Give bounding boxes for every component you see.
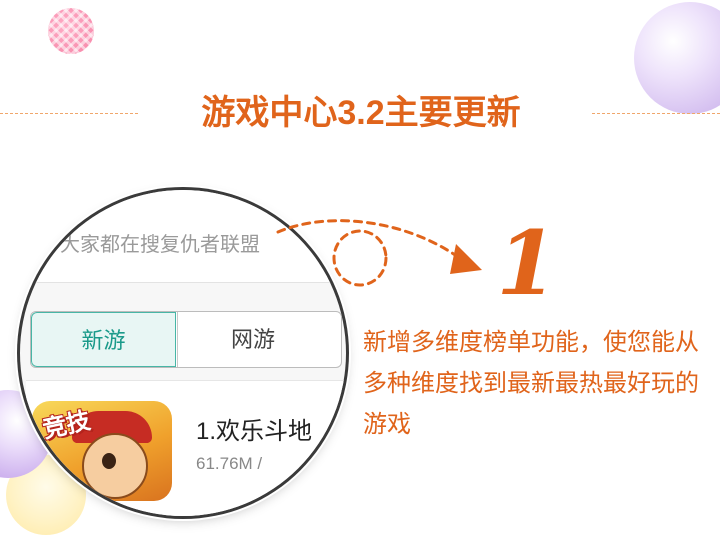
tab-online-games[interactable]: 网游 — [177, 312, 328, 367]
purple-ball-decoration — [634, 2, 720, 114]
feature-description: 新增多维度榜单功能，使您能从多种维度找到最新最热最好玩的游戏 — [363, 329, 699, 438]
character-face-graphic — [82, 433, 148, 499]
tab-bar: 新游 网游 — [30, 311, 342, 368]
pink-ball-decoration — [48, 8, 94, 54]
page-title: 游戏中心3.2主要更新 — [201, 94, 521, 132]
list-item[interactable]: 竞技 1.欢乐斗地 61.76M / — [26, 380, 346, 516]
title-divider-right — [592, 113, 720, 114]
tab-new-games[interactable]: 新游 — [31, 312, 176, 367]
game-icon[interactable]: 竞技 — [32, 401, 172, 501]
dashed-arrow-icon — [276, 219, 482, 287]
eye-graphic — [102, 453, 116, 469]
title-divider-left — [0, 113, 138, 114]
game-name[interactable]: 1.欢乐斗地 — [196, 411, 312, 446]
step-number: 1 — [496, 211, 558, 315]
game-size: 61.76M / — [196, 454, 263, 473]
